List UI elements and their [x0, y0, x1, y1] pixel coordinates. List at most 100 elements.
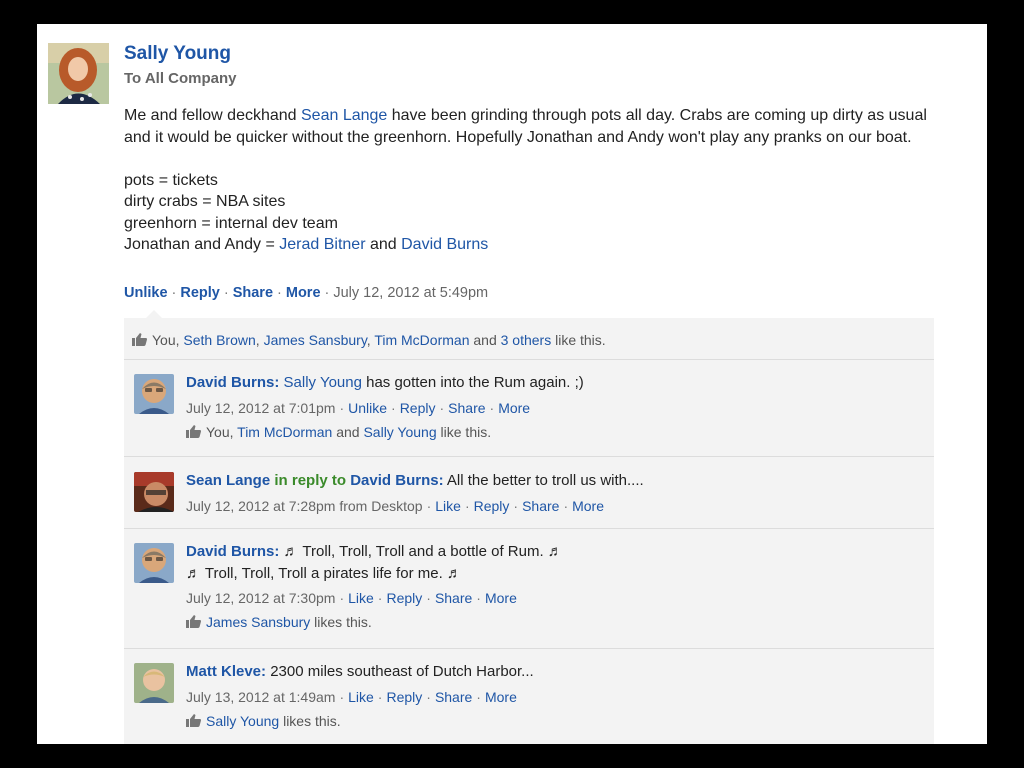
thumbs-up-icon	[132, 333, 147, 346]
separator: ·	[513, 497, 519, 514]
share-link[interactable]: Share	[522, 498, 559, 514]
post-text: Jonathan and Andy =	[124, 236, 280, 253]
liker-james-sansbury[interactable]: James Sansbury	[264, 332, 367, 348]
separator: ·	[563, 497, 569, 514]
sean-lange-avatar[interactable]	[134, 472, 174, 512]
separator: ·	[476, 590, 481, 606]
reply-text: ♬ Troll, Troll, Troll a pirates life for…	[186, 564, 462, 582]
reply-author-matt-kleve[interactable]: Matt Kleve:	[186, 663, 266, 680]
thread-caret	[146, 310, 162, 318]
post-text: Me and fellow deckhand	[124, 107, 301, 124]
share-link[interactable]: Share	[448, 400, 485, 416]
divider	[124, 528, 934, 529]
reply-author-david-burns[interactable]: David Burns:	[186, 374, 279, 391]
mention-jerad-bitner[interactable]: Jerad Bitner	[279, 236, 365, 253]
sally-young-avatar[interactable]	[48, 43, 109, 104]
reply-link[interactable]: Reply	[386, 689, 422, 705]
reply-link[interactable]: Reply	[474, 498, 510, 514]
separator: ·	[223, 285, 229, 301]
thumbs-up-icon	[186, 424, 201, 438]
more-link[interactable]: More	[286, 285, 321, 301]
separator: ·	[439, 399, 445, 416]
post-text: greenhorn = internal dev team	[124, 214, 338, 232]
liker-seth-brown[interactable]: Seth Brown	[183, 332, 255, 348]
feed-panel: Sally Young To All Company Me and fellow…	[37, 24, 987, 744]
post-body: Me and fellow deckhand Sean Lange have b…	[124, 105, 944, 256]
reply-target-david-burns[interactable]: David Burns:	[350, 472, 443, 489]
post-author-link[interactable]: Sally Young	[124, 42, 237, 66]
reply-text: ♬ Troll, Troll, Troll and a bottle of Ru…	[279, 543, 563, 560]
david-burns-avatar[interactable]	[134, 374, 174, 414]
more-link[interactable]: More	[498, 400, 530, 416]
separator: ·	[171, 285, 177, 301]
share-link[interactable]: Share	[435, 590, 472, 606]
mention-sean-lange[interactable]: Sean Lange	[301, 107, 387, 124]
divider	[124, 359, 934, 360]
reply-text: 2300 miles southeast of Dutch Harbor...	[266, 663, 534, 680]
likes-text: You,	[206, 423, 238, 440]
likes-text: and	[469, 332, 501, 348]
in-reply-to-label: in reply to	[270, 472, 351, 489]
mention-david-burns[interactable]: David Burns	[401, 236, 488, 253]
matt-kleve-avatar[interactable]	[134, 663, 174, 703]
post-audience: To All Company	[124, 70, 237, 87]
separator: ·	[339, 590, 345, 606]
liker-james-sansbury[interactable]: James Sansbury	[206, 614, 310, 630]
divider	[124, 456, 934, 457]
more-link[interactable]: More	[572, 498, 604, 514]
like-link[interactable]: Like	[348, 689, 374, 705]
reply-author-david-burns[interactable]: David Burns:	[186, 543, 279, 560]
likes-text: You,	[152, 332, 184, 348]
unlike-link[interactable]: Unlike	[348, 400, 387, 416]
reply-timestamp: July 12, 2012 at 7:01pm	[186, 399, 336, 416]
post-likes: You, Seth Brown, James Sansbury, Tim McD…	[132, 330, 606, 350]
share-link[interactable]: Share	[435, 689, 472, 705]
unlike-link[interactable]: Unlike	[124, 285, 168, 301]
separator: ·	[377, 590, 383, 606]
likers-others-link[interactable]: 3 others	[501, 332, 552, 348]
post-text: dirty crabs = NBA sites	[124, 193, 286, 210]
likes-text: and	[332, 423, 364, 440]
reply-link[interactable]: Reply	[386, 590, 422, 606]
thumbs-up-icon	[186, 713, 201, 727]
liker-tim-mcdorman[interactable]: Tim McDorman	[237, 424, 332, 440]
reply-text: has gotten into the Rum again. ;)	[361, 374, 584, 391]
separator: ·	[426, 688, 431, 705]
separator: ·	[339, 688, 345, 705]
reply-link[interactable]: Reply	[400, 400, 436, 416]
separator: ·	[324, 285, 330, 301]
reply-thread: You, Seth Brown, James Sansbury, Tim McD…	[124, 310, 934, 744]
liker-sally-young[interactable]: Sally Young	[206, 713, 279, 729]
reply-link[interactable]: Reply	[180, 285, 220, 301]
separator: ·	[489, 399, 495, 416]
post-text: and	[365, 236, 402, 253]
share-link[interactable]: Share	[233, 285, 273, 301]
post-text: pots = tickets	[124, 171, 218, 189]
separator: ·	[476, 688, 481, 705]
divider	[124, 648, 934, 649]
reply-timestamp: July 13, 2012 at 1:49am	[186, 688, 336, 705]
separator: ·	[426, 590, 431, 606]
like-link[interactable]: Like	[348, 590, 374, 606]
david-burns-avatar[interactable]	[134, 543, 174, 583]
likes-text: like this.	[436, 423, 492, 440]
separator: ·	[464, 497, 470, 514]
separator: ·	[339, 399, 345, 416]
reply-timestamp: July 12, 2012 at 7:28pm from Desktop	[186, 497, 423, 514]
like-link[interactable]: Like	[435, 498, 461, 514]
more-link[interactable]: More	[485, 689, 517, 705]
mention-sally-young[interactable]: Sally Young	[284, 374, 362, 391]
thumbs-up-icon	[186, 615, 201, 628]
separator: ·	[391, 399, 396, 416]
post-actions: Unlike · Reply · Share · More · July 12, 2012 at…	[124, 283, 488, 303]
reply-author-sean-lange[interactable]: Sean Lange	[186, 472, 270, 489]
more-link[interactable]: More	[485, 590, 517, 606]
likes-text: like this.	[551, 332, 606, 348]
separator: ·	[377, 688, 383, 705]
likes-text: likes this.	[279, 712, 341, 729]
liker-sally-young[interactable]: Sally Young	[363, 424, 436, 440]
liker-tim-mcdorman[interactable]: Tim McDorman	[374, 332, 469, 348]
likes-text: ,	[255, 332, 264, 348]
likes-text: likes this.	[310, 614, 372, 630]
reply-timestamp: July 12, 2012 at 7:30pm	[186, 590, 336, 606]
